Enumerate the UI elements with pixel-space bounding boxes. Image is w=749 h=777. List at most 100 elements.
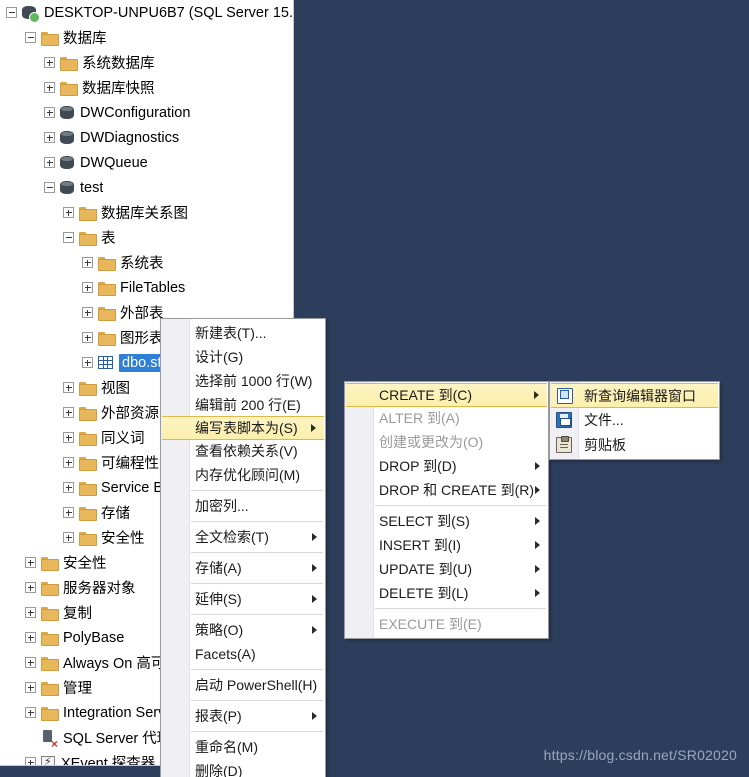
menu-item[interactable]: SELECT 到(S) (345, 509, 548, 533)
expand-plus-icon[interactable] (25, 657, 36, 668)
menu-item-label: 策略(O) (195, 622, 244, 638)
submenu-arrow-icon (535, 462, 540, 470)
expand-plus-icon[interactable] (44, 107, 55, 118)
expand-plus-icon[interactable] (44, 132, 55, 143)
menu-item: ALTER 到(A) (345, 406, 548, 430)
collapse-minus-icon[interactable] (44, 182, 55, 193)
tree-node[interactable]: 数据库关系图 (0, 200, 293, 225)
menu-item[interactable]: Facets(A) (161, 642, 325, 666)
folder-icon (98, 256, 116, 271)
menu-item[interactable]: 设计(G) (161, 345, 325, 369)
tree-node-label: DWQueue (80, 154, 148, 171)
menu-item-label: 存储(A) (195, 560, 242, 576)
menu-item[interactable]: DROP 到(D) (345, 454, 548, 478)
folder-icon (79, 531, 97, 546)
expand-plus-icon[interactable] (82, 307, 93, 318)
expand-plus-icon[interactable] (63, 482, 74, 493)
menu-separator (191, 583, 323, 584)
folder-icon (79, 231, 97, 246)
expand-plus-icon[interactable] (44, 57, 55, 68)
submenu-arrow-icon (312, 533, 317, 541)
expand-plus-icon[interactable] (25, 607, 36, 618)
tree-node-label: XEvent 探查器 (61, 756, 156, 766)
menu-item[interactable]: 报表(P) (161, 704, 325, 728)
tree-node[interactable]: 数据库 (0, 25, 293, 50)
tree-node-label: DWDiagnostics (80, 129, 180, 146)
menu-item[interactable]: DROP 和 CREATE 到(R) (345, 478, 548, 502)
menu-item[interactable]: 策略(O) (161, 618, 325, 642)
database-icon (60, 155, 74, 170)
menu-item[interactable]: 重命名(M) (161, 735, 325, 759)
tree-node-label: test (80, 179, 104, 196)
expand-plus-icon[interactable] (44, 82, 55, 93)
collapse-minus-icon[interactable] (63, 232, 74, 243)
folder-icon (79, 381, 97, 396)
expand-plus-icon[interactable] (63, 382, 74, 393)
menu-item[interactable]: 加密列... (161, 494, 325, 518)
tree-node[interactable]: 数据库快照 (0, 75, 293, 100)
submenu-arrow-icon (535, 589, 540, 597)
menu-item[interactable]: 编辑前 200 行(E) (161, 393, 325, 417)
menu-item[interactable]: 启动 PowerShell(H) (161, 673, 325, 697)
menu-item-label: DROP 到(D) (379, 458, 457, 474)
tree-node[interactable]: DWDiagnostics (0, 125, 293, 150)
menu-item[interactable]: 新查询编辑器窗口 (551, 383, 718, 408)
menu-item[interactable]: 全文检索(T) (161, 525, 325, 549)
expand-plus-icon[interactable] (25, 757, 36, 765)
menu-item[interactable]: DELETE 到(L) (345, 581, 548, 605)
expand-plus-icon[interactable] (63, 507, 74, 518)
menu-item[interactable]: UPDATE 到(U) (345, 557, 548, 581)
expand-plus-icon[interactable] (82, 357, 93, 368)
expand-plus-icon[interactable] (25, 632, 36, 643)
collapse-minus-icon[interactable] (6, 7, 17, 18)
expand-plus-icon[interactable] (25, 557, 36, 568)
expand-plus-icon[interactable] (63, 407, 74, 418)
menu-separator (191, 521, 323, 522)
collapse-minus-icon[interactable] (25, 32, 36, 43)
expand-plus-icon[interactable] (44, 157, 55, 168)
folder-icon (60, 81, 78, 96)
expand-plus-icon[interactable] (63, 207, 74, 218)
tree-node[interactable]: 系统数据库 (0, 50, 293, 75)
expand-plus-icon[interactable] (25, 682, 36, 693)
expand-plus-icon[interactable] (25, 707, 36, 718)
tree-node-label: FileTables (120, 279, 186, 296)
script-target-submenu[interactable]: 新查询编辑器窗口 文件... 剪贴板 (549, 381, 720, 460)
expand-plus-icon[interactable] (82, 257, 93, 268)
tree-node[interactable]: DWQueue (0, 150, 293, 175)
menu-separator (191, 490, 323, 491)
tree-node[interactable]: 表 (0, 225, 293, 250)
expand-plus-icon[interactable] (63, 457, 74, 468)
menu-item-label: CREATE 到(C) (379, 387, 473, 403)
menu-item[interactable]: 存储(A) (161, 556, 325, 580)
menu-item[interactable]: INSERT 到(I) (345, 533, 548, 557)
menu-item[interactable]: 剪贴板 (550, 432, 719, 457)
menu-separator (375, 608, 546, 609)
expand-plus-icon[interactable] (82, 282, 93, 293)
tree-node[interactable]: FileTables (0, 275, 293, 300)
tree-node[interactable]: 系统表 (0, 250, 293, 275)
menu-item-label: INSERT 到(I) (379, 537, 461, 553)
menu-item[interactable]: CREATE 到(C) (346, 383, 547, 407)
tree-node[interactable]: DESKTOP-UNPU6B7 (SQL Server 15.0.200 (0, 0, 293, 25)
menu-item[interactable]: 编写表脚本为(S) (162, 416, 324, 440)
expand-plus-icon[interactable] (25, 582, 36, 593)
expand-plus-icon[interactable] (82, 332, 93, 343)
menu-item[interactable]: 文件... (550, 407, 719, 432)
menu-separator (191, 669, 323, 670)
menu-item[interactable]: 延伸(S) (161, 587, 325, 611)
tree-node[interactable]: test (0, 175, 293, 200)
menu-separator (375, 505, 546, 506)
menu-item[interactable]: 内存优化顾问(M) (161, 463, 325, 487)
expand-plus-icon[interactable] (63, 432, 74, 443)
tree-node[interactable]: DWConfiguration (0, 100, 293, 125)
folder-icon (79, 481, 97, 496)
menu-item-label: Facets(A) (195, 646, 256, 662)
menu-item[interactable]: 新建表(T)... (161, 321, 325, 345)
menu-item[interactable]: 选择前 1000 行(W) (161, 369, 325, 393)
script-table-as-submenu[interactable]: CREATE 到(C) ALTER 到(A) 创建或更改为(O) DROP 到(D) D… (344, 381, 549, 639)
expand-plus-icon[interactable] (63, 532, 74, 543)
menu-item[interactable]: 查看依赖关系(V) (161, 439, 325, 463)
menu-item[interactable]: 删除(D) (161, 759, 325, 777)
table-context-menu[interactable]: 新建表(T)... 设计(G) 选择前 1000 行(W) 编辑前 200 行(E) 编… (160, 318, 326, 777)
